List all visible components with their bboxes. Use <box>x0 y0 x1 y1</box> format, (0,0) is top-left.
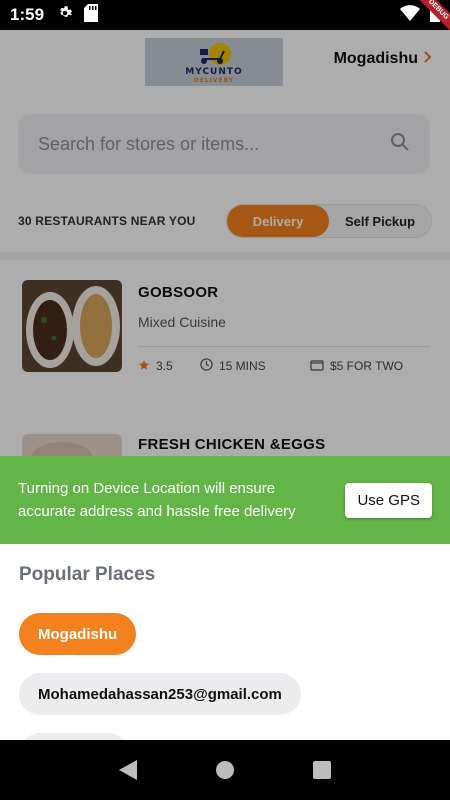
place-chip-email[interactable]: Mohamedahassan253@gmail.com <box>19 673 301 715</box>
wifi-icon <box>400 4 420 26</box>
back-button[interactable] <box>108 750 148 790</box>
gps-banner: Turning on Device Location will ensure a… <box>0 456 450 544</box>
status-bar: 1:59 DEBUG <box>0 0 450 36</box>
status-time: 1:59 <box>10 5 45 24</box>
place-chip-partial[interactable] <box>19 733 129 740</box>
popular-places-sheet: Popular Places Mogadishu Mohamedahassan2… <box>0 544 450 740</box>
home-button[interactable] <box>205 750 245 790</box>
use-gps-button[interactable]: Use GPS <box>345 482 432 518</box>
recents-button[interactable] <box>302 750 342 790</box>
sheet-title: Popular Places <box>19 564 156 585</box>
place-chip-mogadishu[interactable]: Mogadishu <box>19 613 137 655</box>
settings-icon <box>56 4 74 27</box>
system-nav-bar <box>0 740 450 800</box>
sd-card-icon <box>84 3 99 27</box>
gps-message: Turning on Device Location will ensure a… <box>18 480 296 520</box>
